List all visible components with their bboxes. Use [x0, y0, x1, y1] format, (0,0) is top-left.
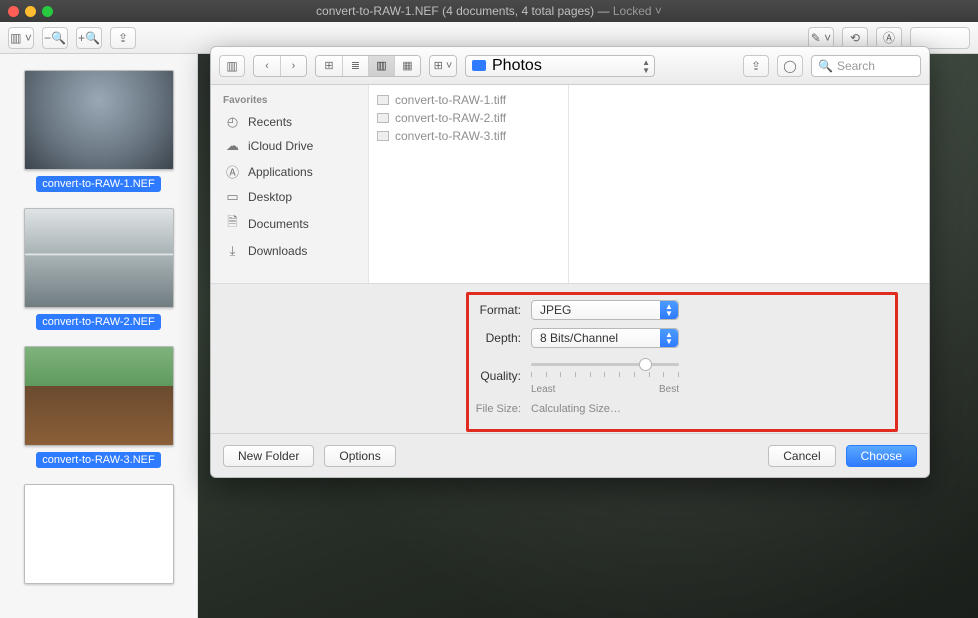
- thumbnails-sidebar: convert-to-RAW-1.NEF convert-to-RAW-2.NE…: [0, 54, 198, 618]
- applications-icon: Ⓐ: [225, 162, 240, 181]
- search-input[interactable]: 🔍 Search: [811, 55, 921, 77]
- fullscreen-window-button[interactable]: [42, 6, 53, 17]
- thumbnail-image: [24, 346, 174, 446]
- format-label: Format:: [239, 303, 531, 317]
- save-sheet: ▥ ‹ › ⊞ ≣ ▥ ▦ ⊞ ˅ Photos ▲▼ ⇪ ◯ 🔍 Search…: [210, 46, 930, 478]
- quality-best-label: Best: [659, 384, 679, 395]
- file-row[interactable]: convert-to-RAW-3.tiff: [377, 127, 560, 145]
- traffic-lights: [0, 6, 53, 17]
- sidebar-item-applications[interactable]: ⒶApplications: [211, 158, 368, 185]
- gallery-view-button[interactable]: ▦: [394, 56, 420, 76]
- favorites-column: Favorites ◴Recents ☁iCloud Drive ⒶApplic…: [211, 85, 369, 283]
- location-popup[interactable]: Photos ▲▼: [465, 55, 655, 77]
- desktop-icon: ▭: [225, 189, 240, 205]
- tags-button[interactable]: ◯: [777, 55, 803, 77]
- window-title: convert-to-RAW-1.NEF (4 documents, 4 tot…: [0, 4, 978, 18]
- cloud-icon: ☁: [225, 138, 240, 154]
- thumbnail-2[interactable]: convert-to-RAW-2.NEF: [24, 208, 174, 330]
- minimize-window-button[interactable]: [25, 6, 36, 17]
- close-window-button[interactable]: [8, 6, 19, 17]
- folder-icon: [472, 60, 486, 71]
- recents-icon: ◴: [225, 114, 240, 130]
- depth-value: 8 Bits/Channel: [540, 331, 618, 345]
- thumbnail-3[interactable]: convert-to-RAW-3.NEF: [24, 346, 174, 468]
- options-button[interactable]: Options: [324, 445, 395, 467]
- thumbnail-4[interactable]: [24, 484, 174, 584]
- back-button[interactable]: ‹: [254, 56, 280, 76]
- thumbnail-label: convert-to-RAW-2.NEF: [36, 314, 160, 330]
- file-icon: [377, 113, 389, 123]
- group-by-segment[interactable]: ⊞ ˅: [429, 55, 457, 77]
- cancel-button[interactable]: Cancel: [768, 445, 835, 467]
- choose-button[interactable]: Choose: [846, 445, 917, 467]
- format-value: JPEG: [540, 303, 571, 317]
- document-count-info: (4 documents, 4 total pages): [442, 4, 594, 18]
- file-row[interactable]: convert-to-RAW-2.tiff: [377, 109, 560, 127]
- file-icon: [377, 131, 389, 141]
- sidebar-item-downloads[interactable]: ⤓Downloads: [211, 239, 368, 263]
- thumbnail-label: convert-to-RAW-1.NEF: [36, 176, 160, 192]
- zoom-in-button[interactable]: +🔍: [76, 27, 102, 49]
- icon-view-button[interactable]: ⊞: [316, 56, 342, 76]
- share-sheet-button[interactable]: ⇪: [743, 55, 769, 77]
- sidebar-item-recents[interactable]: ◴Recents: [211, 110, 368, 134]
- preview-column: [569, 85, 929, 283]
- export-options-panel: Format: JPEG ▲▼ Depth: 8 Bits/Channel ▲▼…: [211, 283, 929, 433]
- slider-track: [531, 363, 679, 366]
- view-mode-segment: ⊞ ≣ ▥ ▦: [315, 55, 421, 77]
- document-filename: convert-to-RAW-1.NEF: [316, 4, 439, 18]
- finder-columns: Favorites ◴Recents ☁iCloud Drive ⒶApplic…: [211, 85, 929, 283]
- column-view-button[interactable]: ▥: [368, 56, 394, 76]
- sheet-button-row: New Folder Options Cancel Choose: [211, 433, 929, 477]
- format-select[interactable]: JPEG ▲▼: [531, 300, 679, 320]
- documents-icon: 🗎: [225, 213, 240, 235]
- list-view-button[interactable]: ≣: [342, 56, 368, 76]
- thumbnail-image: [24, 208, 174, 308]
- zoom-out-button[interactable]: −🔍: [42, 27, 68, 49]
- search-placeholder: Search: [837, 59, 875, 73]
- quality-slider[interactable]: [531, 356, 679, 372]
- downloads-icon: ⤓: [225, 243, 240, 259]
- thumbnail-image: [24, 70, 174, 170]
- file-icon: [377, 95, 389, 105]
- sidebar-toggle-sheet-button[interactable]: ▥: [219, 55, 245, 77]
- thumbnail-image: [24, 484, 174, 584]
- slider-thumb[interactable]: [639, 358, 652, 371]
- locked-indicator[interactable]: Locked ˅: [613, 4, 662, 18]
- window-titlebar: convert-to-RAW-1.NEF (4 documents, 4 tot…: [0, 0, 978, 22]
- save-sheet-toolbar: ▥ ‹ › ⊞ ≣ ▥ ▦ ⊞ ˅ Photos ▲▼ ⇪ ◯ 🔍 Search: [211, 47, 929, 85]
- new-folder-button[interactable]: New Folder: [223, 445, 314, 467]
- favorites-header: Favorites: [211, 91, 368, 110]
- file-list-column: convert-to-RAW-1.tiff convert-to-RAW-2.t…: [369, 85, 569, 283]
- depth-label: Depth:: [239, 331, 531, 345]
- search-icon: 🔍: [818, 59, 833, 73]
- sidebar-item-documents[interactable]: 🗎Documents: [211, 209, 368, 239]
- sidebar-item-icloud[interactable]: ☁iCloud Drive: [211, 134, 368, 158]
- share-button[interactable]: ⇪: [110, 27, 136, 49]
- location-name: Photos: [492, 57, 542, 75]
- sidebar-toggle-button[interactable]: ▥ ˅: [8, 27, 34, 49]
- quality-label: Quality:: [239, 369, 531, 383]
- sidebar-item-desktop[interactable]: ▭Desktop: [211, 185, 368, 209]
- thumbnail-label: convert-to-RAW-3.NEF: [36, 452, 160, 468]
- filesize-label: File Size:: [239, 403, 531, 415]
- quality-least-label: Least: [531, 384, 555, 395]
- select-arrows-icon: ▲▼: [660, 301, 678, 319]
- popup-arrows-icon: ▲▼: [642, 59, 650, 75]
- thumbnail-1[interactable]: convert-to-RAW-1.NEF: [24, 70, 174, 192]
- filesize-value: Calculating Size…: [531, 403, 621, 415]
- depth-select[interactable]: 8 Bits/Channel ▲▼: [531, 328, 679, 348]
- forward-button[interactable]: ›: [280, 56, 306, 76]
- select-arrows-icon: ▲▼: [660, 329, 678, 347]
- file-row[interactable]: convert-to-RAW-1.tiff: [377, 91, 560, 109]
- nav-segment: ‹ ›: [253, 55, 307, 77]
